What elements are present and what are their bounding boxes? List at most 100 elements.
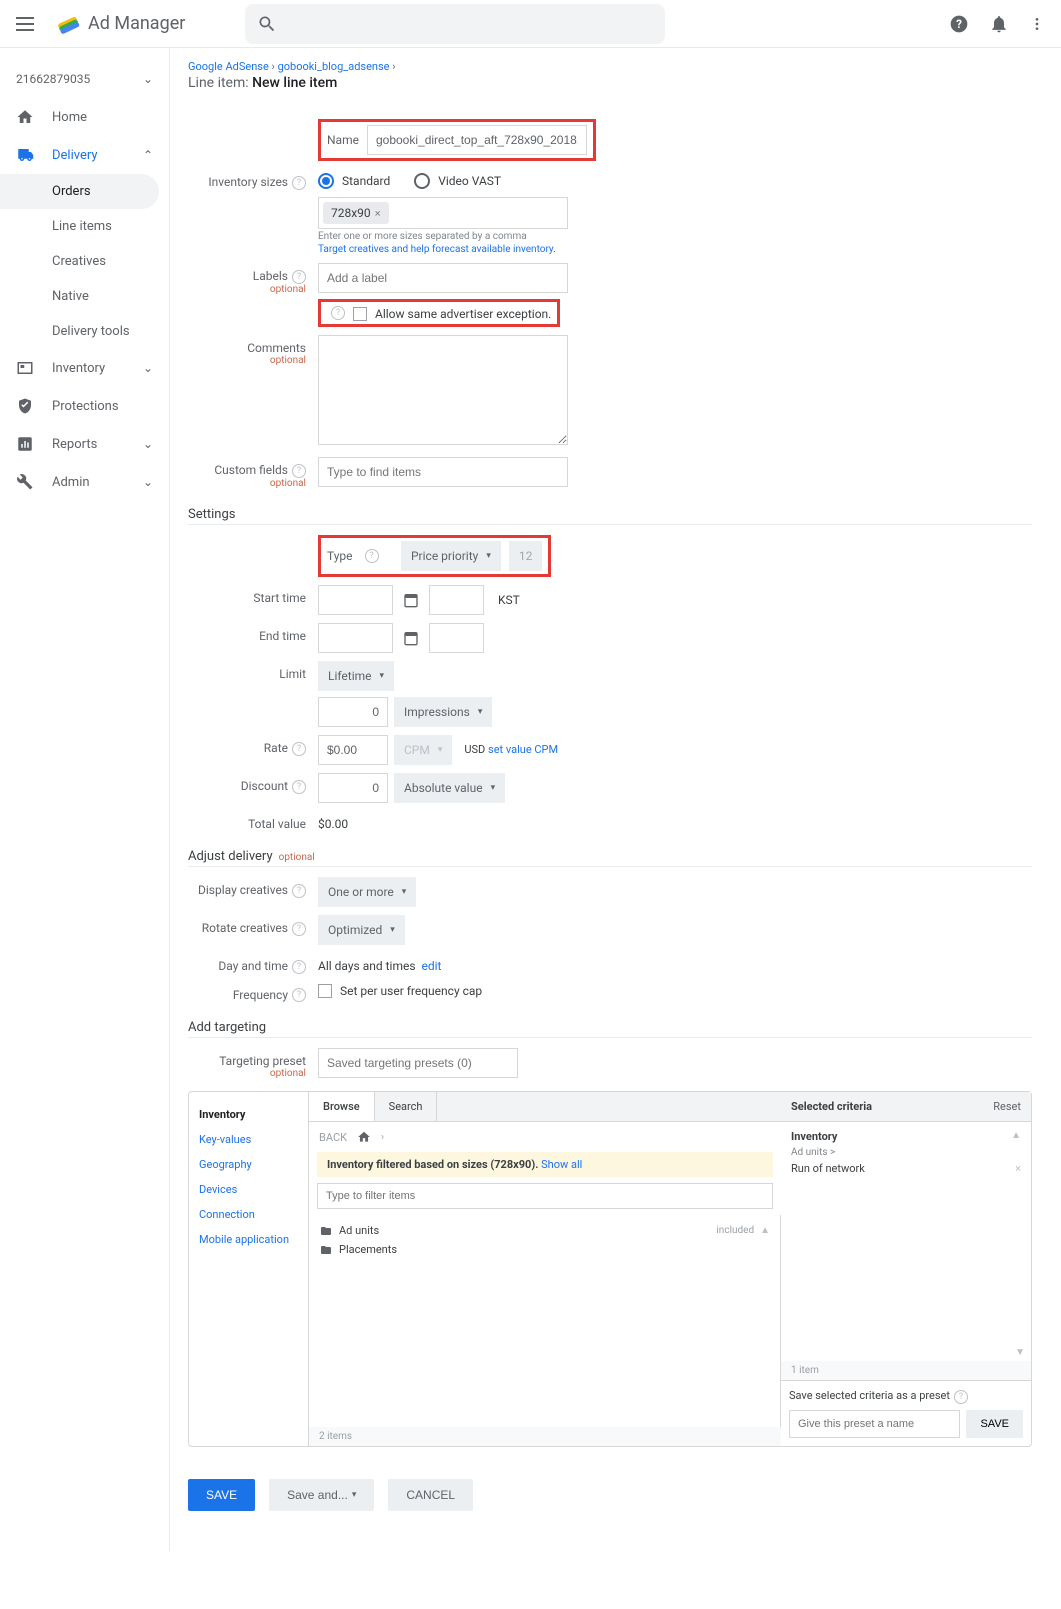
page-title: Line item: New line item bbox=[188, 75, 1032, 91]
app-logo[interactable]: Ad Manager bbox=[56, 12, 185, 36]
save-and-button[interactable]: Save and... bbox=[269, 1479, 374, 1511]
help-icon[interactable]: ? bbox=[292, 960, 306, 974]
discount-label: Discount bbox=[241, 779, 288, 793]
tgt-cat-inventory[interactable]: Inventory bbox=[199, 1102, 298, 1127]
nav-delivery[interactable]: Delivery ⌃ bbox=[0, 136, 169, 174]
tgt-cat-mobile-app[interactable]: Mobile application bbox=[199, 1227, 298, 1252]
sidebar: 21662879035 ⌄ Home Delivery ⌃ Orders Lin… bbox=[0, 48, 170, 1551]
search-box[interactable] bbox=[245, 4, 665, 44]
targeting-preset-input[interactable] bbox=[318, 1048, 518, 1078]
labels-input[interactable] bbox=[318, 263, 568, 293]
preset-name-input[interactable] bbox=[789, 1410, 960, 1438]
help-icon[interactable]: ? bbox=[292, 464, 306, 478]
limit-dropdown[interactable]: Lifetime bbox=[318, 661, 394, 691]
scroll-up-icon[interactable]: ▲ bbox=[760, 1225, 770, 1236]
more-vert-icon[interactable] bbox=[1029, 14, 1045, 34]
help-icon[interactable]: ? bbox=[292, 922, 306, 936]
start-date-input[interactable] bbox=[318, 585, 393, 615]
tgt-tab-browse[interactable]: Browse bbox=[309, 1092, 375, 1121]
tgt-back-button[interactable]: BACK bbox=[319, 1131, 347, 1144]
name-input[interactable] bbox=[367, 125, 587, 155]
help-icon[interactable]: ? bbox=[365, 549, 379, 563]
breadcrumb-link-1[interactable]: Google AdSense bbox=[188, 60, 269, 73]
notifications-icon[interactable] bbox=[989, 14, 1009, 34]
tgt-show-all-link[interactable]: Show all bbox=[541, 1158, 582, 1171]
save-button[interactable]: SAVE bbox=[188, 1479, 255, 1511]
limit-unit-dropdown[interactable]: Impressions bbox=[394, 697, 492, 727]
discount-input[interactable] bbox=[318, 773, 388, 803]
help-icon[interactable]: ? bbox=[292, 270, 306, 284]
type-dropdown[interactable]: Price priority bbox=[401, 541, 501, 571]
selected-subsection: Ad units > bbox=[791, 1147, 1021, 1158]
tgt-item-placements[interactable]: Placements bbox=[319, 1240, 770, 1259]
set-value-cpm-link[interactable]: set value CPM bbox=[488, 743, 558, 756]
help-icon[interactable]: ? bbox=[949, 14, 969, 34]
nav-protections[interactable]: Protections bbox=[0, 387, 169, 425]
help-icon[interactable]: ? bbox=[292, 988, 306, 1002]
rotate-creatives-dropdown[interactable]: Optimized bbox=[318, 915, 405, 945]
comments-textarea[interactable] bbox=[318, 335, 568, 445]
tgt-cat-geography[interactable]: Geography bbox=[199, 1152, 298, 1177]
rate-currency: USD bbox=[464, 743, 485, 756]
nav-creatives[interactable]: Creatives bbox=[0, 244, 169, 279]
nav-reports[interactable]: Reports ⌄ bbox=[0, 425, 169, 463]
nav-delivery-tools[interactable]: Delivery tools bbox=[0, 314, 169, 349]
nav-orders[interactable]: Orders bbox=[0, 174, 159, 209]
inventory-icon bbox=[16, 359, 34, 377]
same-advertiser-checkbox[interactable] bbox=[353, 307, 367, 321]
end-time-input[interactable] bbox=[429, 623, 484, 653]
network-id[interactable]: 21662879035 ⌄ bbox=[0, 60, 169, 98]
preset-save-button[interactable]: SAVE bbox=[966, 1410, 1023, 1438]
day-time-edit-link[interactable]: edit bbox=[421, 959, 441, 973]
tgt-item-ad-units[interactable]: Ad units included ▲ bbox=[319, 1221, 770, 1240]
calendar-icon[interactable] bbox=[403, 630, 419, 646]
display-creatives-dropdown[interactable]: One or more bbox=[318, 877, 416, 907]
custom-fields-input[interactable] bbox=[318, 457, 568, 487]
app-header: Ad Manager ? bbox=[0, 0, 1061, 48]
targeting-preset-label: Targeting preset bbox=[219, 1054, 306, 1068]
tgt-filter-input[interactable] bbox=[317, 1183, 773, 1209]
help-icon[interactable]: ? bbox=[292, 780, 306, 794]
cancel-button[interactable]: CANCEL bbox=[388, 1479, 473, 1511]
scroll-down-icon[interactable]: ▼ bbox=[1015, 1347, 1025, 1358]
tgt-cat-connection[interactable]: Connection bbox=[199, 1202, 298, 1227]
type-highlight-box: Type ? Price priority 12 bbox=[318, 535, 551, 577]
sizes-input[interactable]: 728x90× bbox=[318, 197, 568, 229]
breadcrumb-link-2[interactable]: gobooki_blog_adsense bbox=[278, 60, 390, 73]
name-label: Name bbox=[327, 133, 359, 147]
remove-icon[interactable]: × bbox=[1015, 1162, 1021, 1175]
tgt-cat-devices[interactable]: Devices bbox=[199, 1177, 298, 1202]
start-time-input[interactable] bbox=[429, 585, 484, 615]
help-icon[interactable]: ? bbox=[292, 884, 306, 898]
frequency-checkbox[interactable] bbox=[318, 984, 332, 998]
help-icon[interactable]: ? bbox=[331, 306, 345, 320]
limit-qty-input[interactable] bbox=[318, 697, 388, 727]
radio-standard[interactable]: Standard bbox=[318, 173, 390, 189]
rate-unit-dropdown[interactable]: CPM bbox=[394, 735, 452, 765]
help-icon[interactable]: ? bbox=[292, 742, 306, 756]
sizes-hint-link[interactable]: Target creatives and help forecast avail… bbox=[318, 244, 1032, 255]
help-icon[interactable]: ? bbox=[292, 176, 306, 190]
nav-line-items[interactable]: Line items bbox=[0, 209, 169, 244]
reset-link[interactable]: Reset bbox=[993, 1100, 1021, 1113]
tgt-tab-search[interactable]: Search bbox=[375, 1092, 438, 1121]
nav-admin[interactable]: Admin ⌄ bbox=[0, 463, 169, 501]
rate-input[interactable] bbox=[318, 735, 388, 765]
radio-video-vast[interactable]: Video VAST bbox=[414, 173, 501, 189]
calendar-icon[interactable] bbox=[403, 592, 419, 608]
chevron-down-icon: ⌄ bbox=[143, 72, 153, 86]
discount-unit-dropdown[interactable]: Absolute value bbox=[394, 773, 505, 803]
nav-home[interactable]: Home bbox=[0, 98, 169, 136]
hamburger-icon[interactable] bbox=[16, 12, 40, 36]
help-icon[interactable]: ? bbox=[954, 1390, 968, 1404]
app-name: Ad Manager bbox=[88, 13, 185, 34]
tgt-cat-keyvalues[interactable]: Key-values bbox=[199, 1127, 298, 1152]
scroll-up-icon[interactable]: ▲ bbox=[1011, 1130, 1021, 1143]
nav-inventory[interactable]: Inventory ⌄ bbox=[0, 349, 169, 387]
chip-remove-icon[interactable]: × bbox=[375, 207, 381, 220]
tgt-left-count: 2 items bbox=[309, 1427, 781, 1446]
nav-native[interactable]: Native bbox=[0, 279, 169, 314]
home-icon[interactable] bbox=[357, 1130, 371, 1144]
inventory-sizes-label: Inventory sizes bbox=[208, 175, 288, 189]
end-date-input[interactable] bbox=[318, 623, 393, 653]
